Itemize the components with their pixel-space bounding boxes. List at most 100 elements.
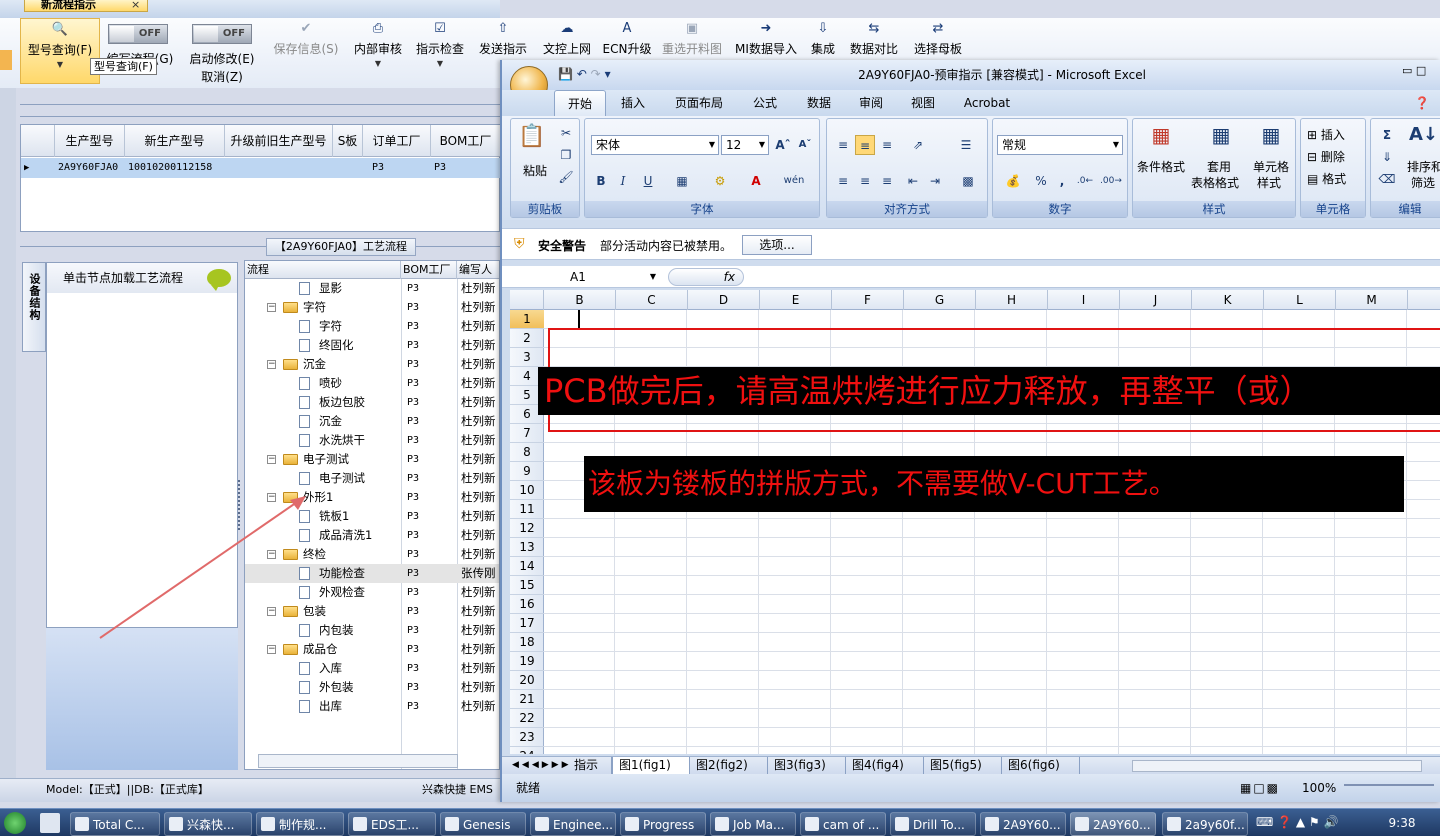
- collapse-toggle-icon[interactable]: −: [267, 607, 276, 616]
- tree-row[interactable]: 外包装 P3 杜列新: [245, 678, 499, 697]
- column-header[interactable]: N: [1408, 290, 1440, 310]
- taskbar-item[interactable]: 2A9Y60...: [980, 812, 1066, 836]
- column-header[interactable]: C: [616, 290, 688, 310]
- security-options-button[interactable]: 选项...: [742, 235, 812, 255]
- clear-icon[interactable]: ⌫: [1377, 169, 1397, 189]
- tree-row[interactable]: 显影 P3 杜列新: [245, 279, 499, 298]
- document-tab[interactable]: 新流程指示: [24, 0, 148, 12]
- align-top-icon[interactable]: ≡: [833, 135, 853, 155]
- phonetic-icon[interactable]: wén: [777, 171, 811, 191]
- equipment-structure-tab[interactable]: 设备结构: [22, 262, 46, 352]
- internal-audit-button[interactable]: ⎙ 内部审核 ▼: [352, 18, 404, 88]
- cell-styles-icon[interactable]: ▦: [1257, 125, 1285, 153]
- note-textbox-1[interactable]: PCB做完后，请高温烘烤进行应力释放，再整平（或）: [538, 367, 1440, 415]
- table-row[interactable]: ▶ 2A9Y60FJA0 10010200112158 P3 P3: [21, 158, 501, 178]
- format-as-table-button[interactable]: 套用: [1207, 159, 1231, 175]
- model-query-button[interactable]: 🔍 型号查询(F) ▼: [20, 18, 100, 84]
- italic-icon[interactable]: I: [613, 171, 633, 191]
- taskbar-item[interactable]: Genesis: [440, 812, 526, 836]
- font-color-icon[interactable]: A: [741, 171, 771, 191]
- decrease-decimal-icon[interactable]: .00→: [1099, 171, 1123, 191]
- sort-filter-button[interactable]: 排序和: [1407, 159, 1440, 175]
- column-header[interactable]: B: [544, 290, 616, 310]
- tree-row[interactable]: 成品清洗1 P3 杜列新: [245, 526, 499, 545]
- taskbar-item[interactable]: 2A9Y60...: [1070, 812, 1156, 836]
- taskbar-item[interactable]: cam of ...: [800, 812, 886, 836]
- shrink-font-icon[interactable]: Aˇ: [795, 135, 815, 155]
- taskbar-item[interactable]: Job Ma...: [710, 812, 796, 836]
- tab-data[interactable]: 数据: [796, 90, 842, 116]
- cell-styles-button-line2[interactable]: 样式: [1257, 175, 1281, 191]
- row-header[interactable]: 9: [510, 462, 544, 481]
- increase-decimal-icon[interactable]: .0←: [1073, 171, 1097, 191]
- tree-row[interactable]: 外观检查 P3 杜列新: [245, 583, 499, 602]
- column-header[interactable]: E: [760, 290, 832, 310]
- tree-row[interactable]: − 终检 P3 杜列新: [245, 545, 499, 564]
- delete-cells-button[interactable]: ⊟ 删除: [1307, 149, 1345, 165]
- sheet-tab[interactable]: 图4(fig4): [846, 757, 924, 775]
- start-edit-toggle[interactable]: OFF: [192, 24, 252, 44]
- row-header[interactable]: 21: [510, 690, 544, 709]
- align-center-icon[interactable]: ≡: [855, 171, 875, 191]
- tree-row[interactable]: 字符 P3 杜列新: [245, 317, 499, 336]
- calculator-icon[interactable]: [40, 813, 60, 833]
- tab-acrobat[interactable]: Acrobat: [956, 90, 1018, 116]
- increase-indent-icon[interactable]: ⇥: [925, 171, 945, 191]
- collapse-toggle-icon[interactable]: −: [267, 550, 276, 559]
- bold-icon[interactable]: B: [591, 171, 611, 191]
- border-icon[interactable]: ▦: [667, 171, 697, 191]
- column-header[interactable]: F: [832, 290, 904, 310]
- tree-row[interactable]: 铣板1 P3 杜列新: [245, 507, 499, 526]
- fill-icon[interactable]: ⇓: [1377, 147, 1397, 167]
- insert-function-button[interactable]: fx: [668, 268, 744, 286]
- percent-icon[interactable]: %: [1031, 171, 1051, 191]
- sort-filter-button-line2[interactable]: 筛选: [1411, 175, 1435, 191]
- column-header[interactable]: I: [1048, 290, 1120, 310]
- row-header[interactable]: 14: [510, 557, 544, 576]
- sheet-tab[interactable]: 图2(fig2): [690, 757, 768, 775]
- accounting-format-icon[interactable]: 💰: [997, 171, 1029, 191]
- close-tab-icon[interactable]: ×: [131, 0, 140, 11]
- row-header[interactable]: 2: [510, 329, 544, 348]
- tree-row[interactable]: − 包装 P3 杜列新: [245, 602, 499, 621]
- select-all-corner[interactable]: [510, 290, 544, 310]
- align-right-icon[interactable]: ≡: [877, 171, 897, 191]
- paste-icon[interactable]: 📋: [517, 126, 547, 157]
- column-header[interactable]: L: [1264, 290, 1336, 310]
- tree-row[interactable]: − 成品仓 P3 杜列新: [245, 640, 499, 659]
- clock[interactable]: 9:38: [1372, 809, 1432, 836]
- start-edit-button[interactable]: OFF 启动修改(E) 取消(Z): [184, 18, 260, 88]
- col-header[interactable]: 生产型号: [55, 125, 125, 157]
- note-textbox-2[interactable]: 该板为镂板的拼版方式，不需要做V-CUT工艺。: [584, 456, 1404, 512]
- font-size-select[interactable]: 12 ▼: [721, 135, 769, 155]
- font-name-select[interactable]: 宋体 ▼: [591, 135, 719, 155]
- sheet-horizontal-scrollbar[interactable]: [1132, 760, 1422, 772]
- insert-cells-button[interactable]: ⊞ 插入: [1307, 127, 1345, 143]
- tab-view[interactable]: 视图: [900, 90, 946, 116]
- collapse-toggle-icon[interactable]: −: [267, 360, 276, 369]
- row-header[interactable]: 22: [510, 709, 544, 728]
- grow-font-icon[interactable]: Aˆ: [773, 135, 793, 155]
- tree-row[interactable]: 板边包胶 P3 杜列新: [245, 393, 499, 412]
- row-header[interactable]: 19: [510, 652, 544, 671]
- align-bottom-icon[interactable]: ≡: [877, 135, 897, 155]
- collapse-toggle-icon[interactable]: −: [267, 645, 276, 654]
- taskbar-item[interactable]: Total C...: [70, 812, 160, 836]
- sheet-tab[interactable]: 图3(fig3): [768, 757, 846, 775]
- autosum-icon[interactable]: Σ: [1377, 125, 1397, 145]
- row-header[interactable]: 11: [510, 500, 544, 519]
- col-header[interactable]: S板: [333, 125, 363, 157]
- restore-icon[interactable]: □: [1416, 64, 1426, 77]
- tab-page-layout[interactable]: 页面布局: [662, 90, 736, 116]
- sort-filter-icon[interactable]: A↓: [1409, 125, 1438, 153]
- conditional-format-button[interactable]: 条件格式: [1137, 159, 1185, 175]
- comma-style-icon[interactable]: ,: [1053, 171, 1071, 191]
- taskbar-item[interactable]: 2a9y60f...: [1162, 812, 1248, 836]
- orientation-icon[interactable]: ⇗: [903, 135, 933, 155]
- row-header[interactable]: 1: [510, 310, 544, 329]
- merge-cells-icon[interactable]: ▩: [955, 171, 981, 191]
- minimize-icon[interactable]: ▭: [1402, 64, 1412, 77]
- taskbar-item[interactable]: Progress: [620, 812, 706, 836]
- start-button[interactable]: [0, 809, 32, 836]
- horizontal-scrollbar[interactable]: [258, 754, 458, 768]
